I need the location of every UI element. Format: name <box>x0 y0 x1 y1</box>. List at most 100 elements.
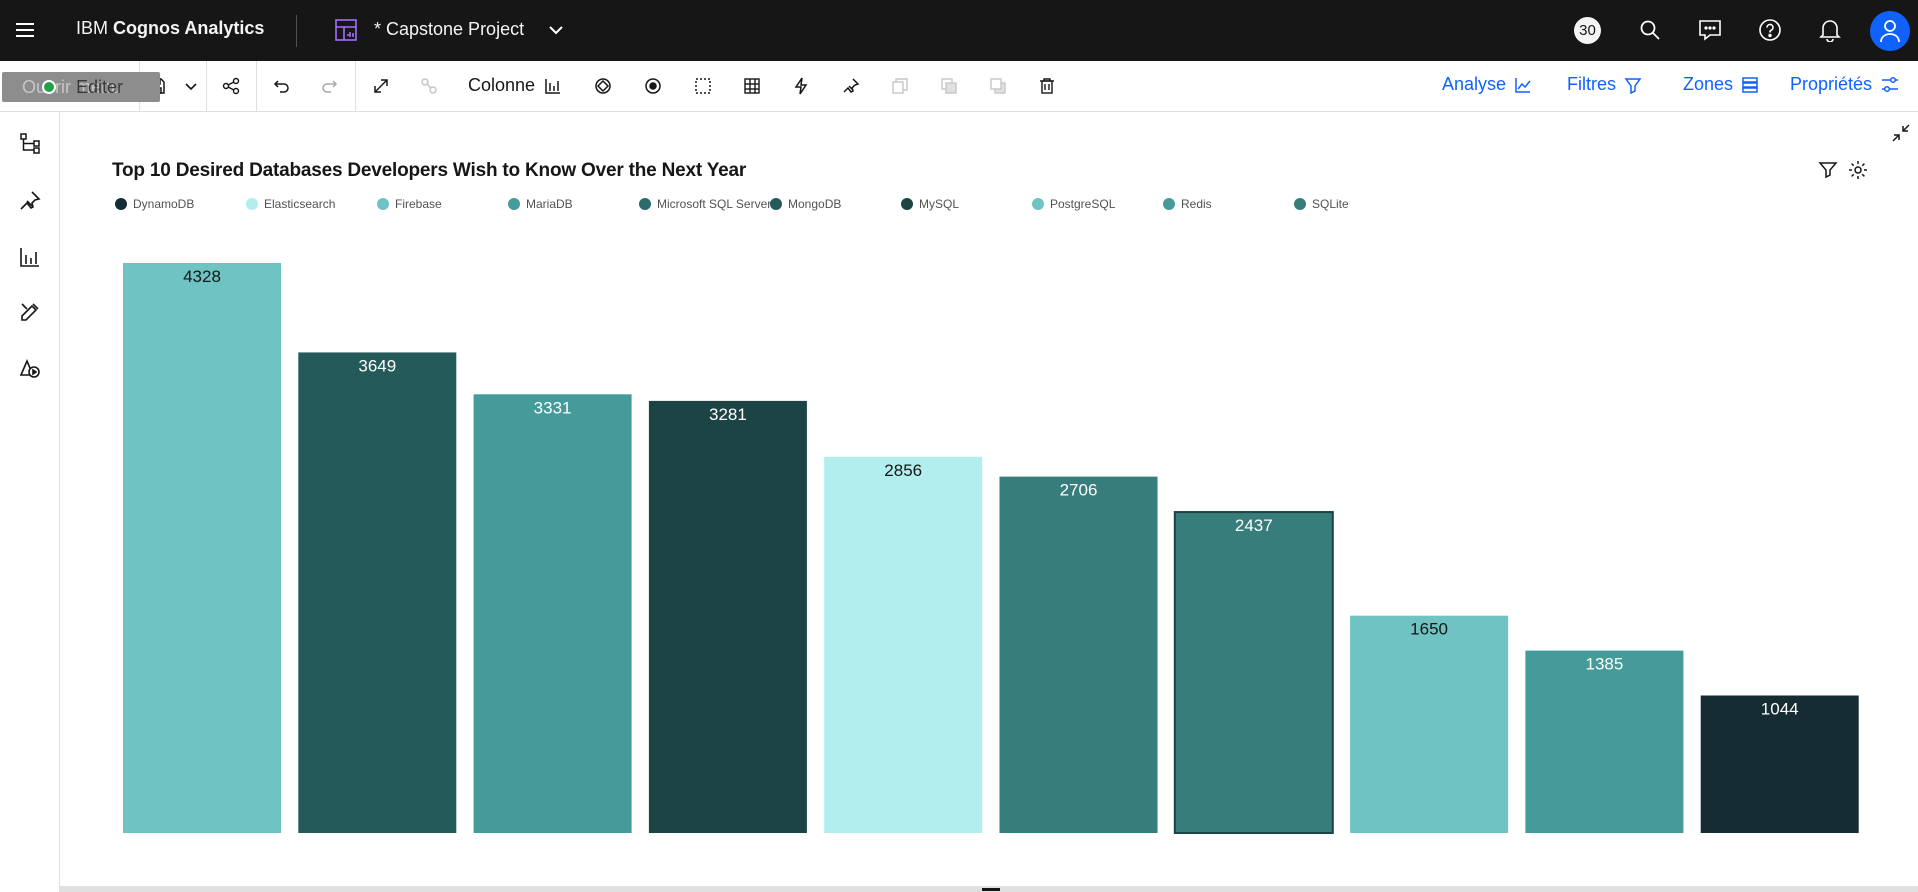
widgets-icon[interactable] <box>16 298 44 326</box>
chevron-down-icon[interactable] <box>178 73 204 99</box>
data-tree-icon[interactable] <box>16 129 44 157</box>
legend-swatch <box>639 198 651 210</box>
expand-icon[interactable] <box>368 73 394 99</box>
legend-item[interactable]: MySQL <box>901 197 959 211</box>
column-chart-icon[interactable] <box>540 73 566 99</box>
toolbar-separator <box>355 61 356 111</box>
chart-bar-dynamodb[interactable] <box>1700 695 1859 833</box>
legend-swatch <box>246 198 258 210</box>
shapes-media-icon[interactable] <box>16 354 44 382</box>
bell-icon[interactable] <box>1816 16 1844 44</box>
select-icon[interactable] <box>690 73 716 99</box>
brand-prefix: IBM <box>76 18 109 38</box>
legend-label: MariaDB <box>526 197 573 211</box>
toolbar-separator <box>206 61 207 111</box>
legend-item[interactable]: MariaDB <box>508 197 573 211</box>
chart-bar-mysql[interactable] <box>648 400 807 833</box>
search-icon[interactable] <box>1636 16 1664 44</box>
style-icon[interactable] <box>590 73 616 99</box>
chart-bar-firebase[interactable] <box>1350 615 1509 833</box>
chart-bar-microsoft-sql-server[interactable] <box>999 476 1158 833</box>
help-icon[interactable] <box>1756 16 1784 44</box>
left-sidebar <box>0 112 60 892</box>
pin-icon[interactable] <box>16 187 44 215</box>
bring-forward-icon[interactable] <box>936 73 962 99</box>
legend-label: DynamoDB <box>133 197 195 211</box>
chart-title: Top 10 Desired Databases Developers Wish… <box>112 160 747 181</box>
legend-item[interactable]: MongoDB <box>770 197 841 211</box>
edit-label: Editer <box>76 77 124 97</box>
legend-item[interactable]: Microsoft SQL Server <box>639 197 771 211</box>
project-title[interactable]: * Capstone Project <box>374 19 524 40</box>
legend-item[interactable]: Redis <box>1163 197 1212 211</box>
legend-swatch <box>508 198 520 210</box>
filter-icon <box>1624 77 1642 94</box>
notification-count-badge[interactable]: 30 <box>1574 17 1601 44</box>
brand-name: Cognos Analytics <box>113 18 265 38</box>
resize-handle[interactable] <box>982 888 1000 891</box>
redo-icon[interactable] <box>317 73 343 99</box>
legend-item[interactable]: PostgreSQL <box>1032 197 1115 211</box>
filtres-label: Filtres <box>1567 74 1616 94</box>
undo-icon[interactable] <box>268 73 294 99</box>
chart-bar-mariadb[interactable] <box>1525 650 1684 833</box>
toolbar-separator <box>256 61 257 111</box>
legend-swatch <box>377 198 389 210</box>
duplicate-icon[interactable] <box>887 73 913 99</box>
legend-item[interactable]: SQLite <box>1294 197 1349 211</box>
collapse-icon[interactable] <box>1890 122 1912 144</box>
legend-swatch <box>901 198 913 210</box>
connect-icon[interactable] <box>416 73 442 99</box>
delete-icon[interactable] <box>1034 73 1060 99</box>
insights-icon[interactable] <box>640 73 666 99</box>
proprietes-button[interactable]: Propriétés <box>1790 74 1900 95</box>
legend-swatch <box>1163 198 1175 210</box>
analyse-button[interactable]: Analyse <box>1442 74 1532 95</box>
settings-sliders-icon <box>1882 76 1899 92</box>
share-icon[interactable] <box>218 73 244 99</box>
topbar-divider <box>296 15 297 47</box>
chevron-down-icon[interactable] <box>544 18 568 42</box>
dashboard-icon <box>334 18 358 42</box>
chat-icon[interactable] <box>1696 16 1724 44</box>
legend-label: Elasticsearch <box>264 197 336 211</box>
user-avatar[interactable] <box>1870 11 1910 51</box>
legend-label: PostgreSQL <box>1050 197 1116 211</box>
filtres-button[interactable]: Filtres <box>1567 74 1642 95</box>
legend-item[interactable]: Firebase <box>377 197 442 211</box>
legend-label: Firebase <box>395 197 442 211</box>
toggle-knob <box>42 80 56 94</box>
send-backward-icon[interactable] <box>985 73 1011 99</box>
legend-swatch <box>1032 198 1044 210</box>
zones-icon <box>1742 76 1758 93</box>
zones-button[interactable]: Zones <box>1683 74 1759 95</box>
legend-label: MySQL <box>919 197 960 211</box>
legend-label: Redis <box>1181 197 1212 211</box>
legend-item[interactable]: DynamoDB <box>115 197 194 211</box>
visualization-type-label[interactable]: Colonne <box>468 75 535 96</box>
table-icon[interactable] <box>739 73 765 99</box>
hamburger-menu-icon[interactable] <box>14 18 38 42</box>
chart-bar-elasticsearch[interactable] <box>824 456 983 833</box>
filter-icon[interactable] <box>1818 160 1840 182</box>
top-navigation-bar: IBM Cognos Analytics * Capstone Project … <box>0 0 1918 61</box>
chart-bar-sqlite[interactable] <box>1173 511 1334 835</box>
legend-label: Microsoft SQL Server <box>657 197 772 211</box>
zones-label: Zones <box>1683 74 1734 94</box>
chart-bar-mongodb[interactable] <box>298 352 457 833</box>
legend-label: MongoDB <box>788 197 842 211</box>
lightning-icon[interactable] <box>788 73 814 99</box>
gear-icon[interactable] <box>1848 160 1870 182</box>
legend-swatch <box>1294 198 1306 210</box>
trend-icon <box>1515 77 1531 93</box>
chart-bar-postgresql[interactable] <box>123 263 281 833</box>
analyse-label: Analyse <box>1442 74 1507 94</box>
visualizations-icon[interactable] <box>16 243 44 271</box>
legend-label: SQLite <box>1312 197 1349 211</box>
legend-item[interactable]: Elasticsearch <box>246 197 335 211</box>
pin-icon[interactable] <box>838 73 864 99</box>
edit-mode-toggle[interactable]: Ouvrir menu Editer <box>2 72 160 102</box>
chart-bar-redis[interactable] <box>473 394 632 833</box>
app-brand[interactable]: IBM Cognos Analytics <box>76 18 264 39</box>
legend-swatch <box>770 198 782 210</box>
